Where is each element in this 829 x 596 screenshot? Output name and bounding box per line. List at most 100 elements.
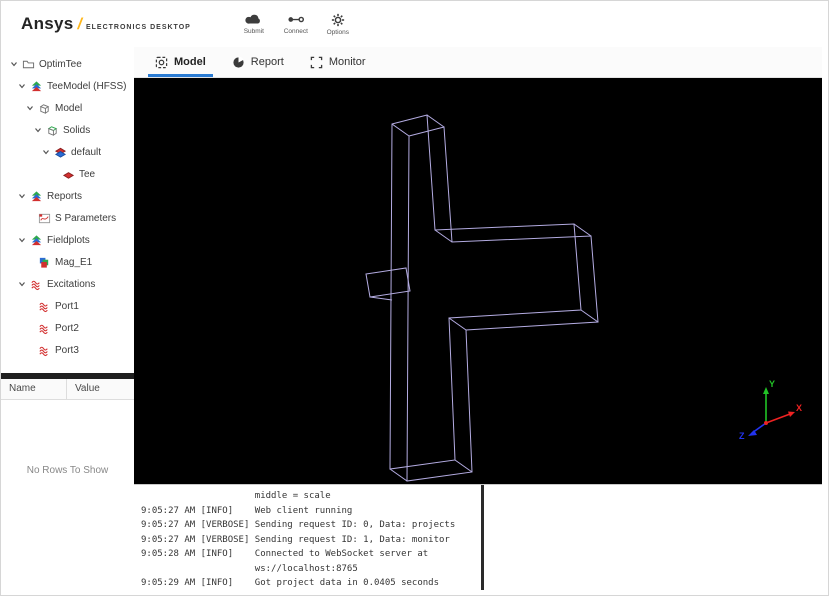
connect-button[interactable]: Connect xyxy=(281,13,311,36)
submit-label: Submit xyxy=(243,27,264,35)
fieldplots-icon xyxy=(30,234,43,247)
app-header: Ansys / ELECTRONICS DESKTOP Submit Conne… xyxy=(1,1,828,48)
console-pane-right[interactable] xyxy=(484,485,822,590)
viewport-3d[interactable]: Y X Z xyxy=(134,78,822,484)
tree-item-label: Port2 xyxy=(55,322,79,334)
tree-item-optimtee[interactable]: OptimTee xyxy=(1,53,134,75)
tree-item-label: TeeModel (HFSS) xyxy=(47,80,127,92)
properties-grid-header: Name Value xyxy=(1,379,134,400)
tree-item-excitations[interactable]: Excitations xyxy=(1,273,134,295)
cloud-icon xyxy=(245,14,260,24)
axis-origin xyxy=(764,421,768,425)
log-line: 9:05:28 AM [INFO] Connected to WebSocket… xyxy=(141,549,429,559)
solids-cube-icon xyxy=(46,124,59,137)
s-parameters-plot-icon xyxy=(38,212,51,225)
tree-item-label: Port1 xyxy=(55,300,79,312)
tee-wireframe xyxy=(365,114,599,482)
view-tabbar: Model Report Monitor xyxy=(134,47,822,78)
chevron-down-icon[interactable] xyxy=(17,82,26,90)
ansys-logo: Ansys / ELECTRONICS DESKTOP xyxy=(21,14,191,34)
port-icon xyxy=(38,300,51,313)
tree-item-label: Model xyxy=(55,102,83,114)
log-line: 9:05:29 AM [INFO] Got project data in 0.… xyxy=(141,578,440,588)
tree-item-label: default xyxy=(71,146,102,158)
connect-label: Connect xyxy=(283,27,308,35)
submit-button[interactable]: Submit xyxy=(239,13,269,36)
properties-panel: Name Value No Rows To Show xyxy=(1,379,134,595)
axis-label-x: X xyxy=(796,403,802,413)
log-line: 9:05:27 AM [INFO] Web client running xyxy=(141,505,353,516)
tree-item-tee[interactable]: Tee xyxy=(1,163,134,185)
tree-item-port1[interactable]: Port1 xyxy=(1,295,134,317)
grid-empty-message: No Rows To Show xyxy=(26,465,109,476)
main-area: Model Report Monitor Y X Z middle = scal… xyxy=(134,47,828,595)
options-button[interactable]: Options xyxy=(323,13,353,36)
report-tab-icon xyxy=(233,55,244,68)
chevron-down-icon[interactable] xyxy=(17,236,26,244)
log-line: middle = scale xyxy=(141,491,331,501)
tree-item-port2[interactable]: Port2 xyxy=(1,317,134,339)
sidebar: OptimTee TeeModel (HFSS) Model Solids de… xyxy=(1,47,135,595)
tree-item-label: Mag_E1 xyxy=(55,256,93,268)
reports-icon xyxy=(30,190,43,203)
model-tab-icon xyxy=(155,56,168,68)
console-area: middle = scale 9:05:27 AM [INFO] Web cli… xyxy=(134,484,822,590)
tree-item-teemodel[interactable]: TeeModel (HFSS) xyxy=(1,75,134,97)
tree-item-label: Tee xyxy=(79,168,96,180)
connect-icon xyxy=(288,16,304,22)
chevron-down-icon[interactable] xyxy=(41,148,50,156)
log-line: ws://localhost:8765 xyxy=(141,563,358,574)
port-icon xyxy=(38,344,51,357)
chevron-down-icon[interactable] xyxy=(17,192,26,200)
brand-product: ELECTRONICS DESKTOP xyxy=(85,24,191,31)
app-window: Ansys / ELECTRONICS DESKTOP Submit Conne… xyxy=(0,0,829,596)
project-tree[interactable]: OptimTee TeeModel (HFSS) Model Solids de… xyxy=(1,47,134,373)
log-line: 9:05:27 AM [VERBOSE] Sending request ID:… xyxy=(141,534,450,545)
tab-monitor[interactable]: Monitor xyxy=(297,47,379,77)
header-actions: Submit Connect Options xyxy=(239,13,353,36)
excitations-icon xyxy=(30,278,43,291)
tab-report[interactable]: Report xyxy=(219,47,297,77)
tree-item-label: Port3 xyxy=(55,344,79,356)
tree-item-model[interactable]: Model xyxy=(1,97,134,119)
tree-item-label: OptimTee xyxy=(39,58,82,70)
axis-label-y: Y xyxy=(769,379,775,389)
tree-item-label: Excitations xyxy=(47,278,96,290)
tree-item-fieldplots[interactable]: Fieldplots xyxy=(1,229,134,251)
material-sheets-icon xyxy=(54,146,67,159)
message-log[interactable]: middle = scale 9:05:27 AM [INFO] Web cli… xyxy=(134,485,481,590)
tab-label: Report xyxy=(250,56,284,68)
tree-item-label: Fieldplots xyxy=(47,234,90,246)
tree-item-s-parameters[interactable]: S Parameters xyxy=(1,207,134,229)
chevron-down-icon[interactable] xyxy=(25,104,34,112)
field-overlay-icon xyxy=(38,256,51,269)
tree-item-label: Solids xyxy=(63,124,91,136)
tab-model[interactable]: Model xyxy=(142,47,219,77)
options-label: Options xyxy=(326,28,350,36)
chevron-down-icon[interactable] xyxy=(33,126,42,134)
column-header-value[interactable]: Value xyxy=(67,379,134,399)
log-line: 9:05:27 AM [VERBOSE] Sending request ID:… xyxy=(141,520,456,530)
geometry-cube-icon xyxy=(38,102,51,115)
column-header-name[interactable]: Name xyxy=(1,379,67,399)
tree-item-label: Reports xyxy=(47,190,83,202)
tree-item-reports[interactable]: Reports xyxy=(1,185,134,207)
tab-label: Monitor xyxy=(328,56,366,68)
tree-item-solids[interactable]: Solids xyxy=(1,119,134,141)
port-icon xyxy=(38,322,51,335)
hfss-design-icon xyxy=(30,80,43,93)
chevron-down-icon[interactable] xyxy=(9,60,18,68)
tree-item-mag-e1[interactable]: Mag_E1 xyxy=(1,251,134,273)
brand-name: Ansys xyxy=(21,14,74,33)
axis-label-z: Z xyxy=(739,431,745,441)
tree-item-port3[interactable]: Port3 xyxy=(1,339,134,361)
brand-slash: / xyxy=(77,16,82,33)
folder-icon xyxy=(22,58,35,71)
monitor-tab-icon xyxy=(310,56,323,68)
axis-triad: Y X Z xyxy=(739,379,802,441)
tab-label: Model xyxy=(174,56,206,68)
chevron-down-icon[interactable] xyxy=(17,280,26,288)
gear-icon xyxy=(331,13,344,26)
sheet-icon xyxy=(62,168,75,181)
tree-item-default[interactable]: default xyxy=(1,141,134,163)
